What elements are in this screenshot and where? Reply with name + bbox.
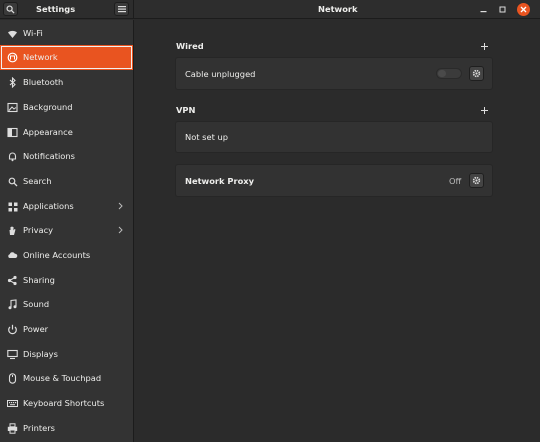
sidebar-item-sharing[interactable]: Sharing: [0, 268, 133, 293]
sidebar-item-label: Network: [23, 52, 58, 62]
chevron-right-icon: [118, 202, 123, 210]
sidebar-item-label: Wi-Fi: [23, 28, 43, 38]
sidebar-title: Settings: [36, 4, 76, 14]
share-icon: [7, 275, 18, 286]
sidebar-item-online-accounts[interactable]: Online Accounts: [0, 243, 133, 268]
gear-icon: [472, 69, 481, 78]
sidebar-item-label: Bluetooth: [23, 77, 64, 87]
sidebar-item-label: Appearance: [23, 127, 73, 137]
appearance-icon: [7, 127, 18, 138]
sidebar-item-background[interactable]: Background: [0, 95, 133, 120]
search-icon: [7, 176, 18, 187]
window-title: Network: [318, 4, 358, 14]
maximize-icon: [499, 6, 506, 13]
add-wired-button[interactable]: [480, 42, 489, 51]
bell-icon: [7, 151, 18, 162]
sidebar-item-wifi[interactable]: Wi-Fi: [0, 21, 133, 46]
cloud-icon: [7, 250, 18, 261]
maximize-button[interactable]: [496, 3, 509, 16]
sidebar-item-notifications[interactable]: Notifications: [0, 144, 133, 169]
minimize-icon: [480, 11, 487, 13]
sidebar-item-label: Search: [23, 176, 52, 186]
gear-icon: [472, 176, 481, 185]
hamburger-menu-icon: [117, 6, 126, 13]
sidebar-item-applications[interactable]: Applications: [0, 194, 133, 219]
sidebar-item-label: Sharing: [23, 275, 55, 285]
sidebar-item-label: Printers: [23, 423, 55, 433]
music-note-icon: [7, 299, 18, 310]
sidebar-item-mouse-touchpad[interactable]: Mouse & Touchpad: [0, 366, 133, 391]
sidebar-item-label: Background: [23, 102, 73, 112]
keyboard-icon: [7, 398, 18, 409]
minimize-button[interactable]: [477, 3, 490, 16]
sidebar-header: Settings: [0, 0, 134, 19]
sidebar-item-bluetooth[interactable]: Bluetooth: [0, 70, 133, 95]
toggle-knob: [438, 70, 446, 77]
network-proxy-label: Network Proxy: [185, 176, 255, 186]
main-content: Wired Cable unplugged VPN Not set up Net…: [135, 20, 540, 442]
hand-icon: [7, 225, 18, 236]
sidebar-item-label: Mouse & Touchpad: [23, 373, 102, 383]
wired-card: Cable unplugged: [175, 57, 493, 90]
vpn-status: Not set up: [185, 132, 229, 142]
vpn-section-title: VPN: [176, 105, 196, 115]
wired-connection-status: Cable unplugged: [185, 69, 256, 79]
header-bar: Settings Network: [0, 0, 540, 19]
bluetooth-icon: [7, 77, 18, 88]
network-proxy-settings-button[interactable]: [469, 173, 484, 188]
close-icon: [520, 6, 527, 13]
sidebar-item-label: Applications: [23, 201, 74, 211]
display-icon: [7, 349, 18, 360]
apps-icon: [7, 201, 18, 212]
sidebar-item-power[interactable]: Power: [0, 317, 133, 342]
add-vpn-button[interactable]: [480, 106, 489, 115]
sidebar-item-label: Privacy: [23, 225, 54, 235]
close-button[interactable]: [517, 3, 530, 16]
sidebar-item-privacy[interactable]: Privacy: [0, 218, 133, 243]
sidebar-item-label: Online Accounts: [23, 250, 91, 260]
sidebar-item-label: Displays: [23, 349, 58, 359]
sidebar-item-label: Keyboard Shortcuts: [23, 398, 105, 408]
sidebar-item-keyboard-shortcuts[interactable]: Keyboard Shortcuts: [0, 391, 133, 416]
sidebar-item-label: Notifications: [23, 151, 75, 161]
sidebar-item-printers[interactable]: Printers: [0, 416, 133, 441]
mouse-icon: [7, 373, 18, 384]
search-button[interactable]: [3, 2, 18, 16]
sidebar-item-search[interactable]: Search: [0, 169, 133, 194]
sidebar-item-network[interactable]: Network: [0, 45, 133, 70]
sidebar-item-displays[interactable]: Displays: [0, 342, 133, 367]
power-icon: [7, 324, 18, 335]
wired-section-title: Wired: [176, 41, 204, 51]
network-proxy-status: Off: [449, 176, 462, 186]
sidebar: Wi-Fi Network Bluetooth Background Appea…: [0, 20, 134, 442]
background-icon: [7, 102, 18, 113]
network-proxy-row[interactable]: Network Proxy Off: [175, 164, 493, 197]
menu-button[interactable]: [114, 2, 129, 16]
sidebar-item-label: Sound: [23, 299, 50, 309]
chevron-right-icon: [118, 226, 123, 234]
wired-settings-button[interactable]: [469, 66, 484, 81]
search-icon: [6, 4, 15, 14]
vpn-card: Not set up: [175, 121, 493, 153]
sidebar-item-label: Power: [23, 324, 49, 334]
printer-icon: [7, 423, 18, 434]
sidebar-item-sound[interactable]: Sound: [0, 292, 133, 317]
wifi-icon: [7, 28, 18, 39]
network-icon: [7, 52, 18, 63]
sidebar-item-appearance[interactable]: Appearance: [0, 120, 133, 145]
wired-toggle[interactable]: [436, 68, 462, 79]
